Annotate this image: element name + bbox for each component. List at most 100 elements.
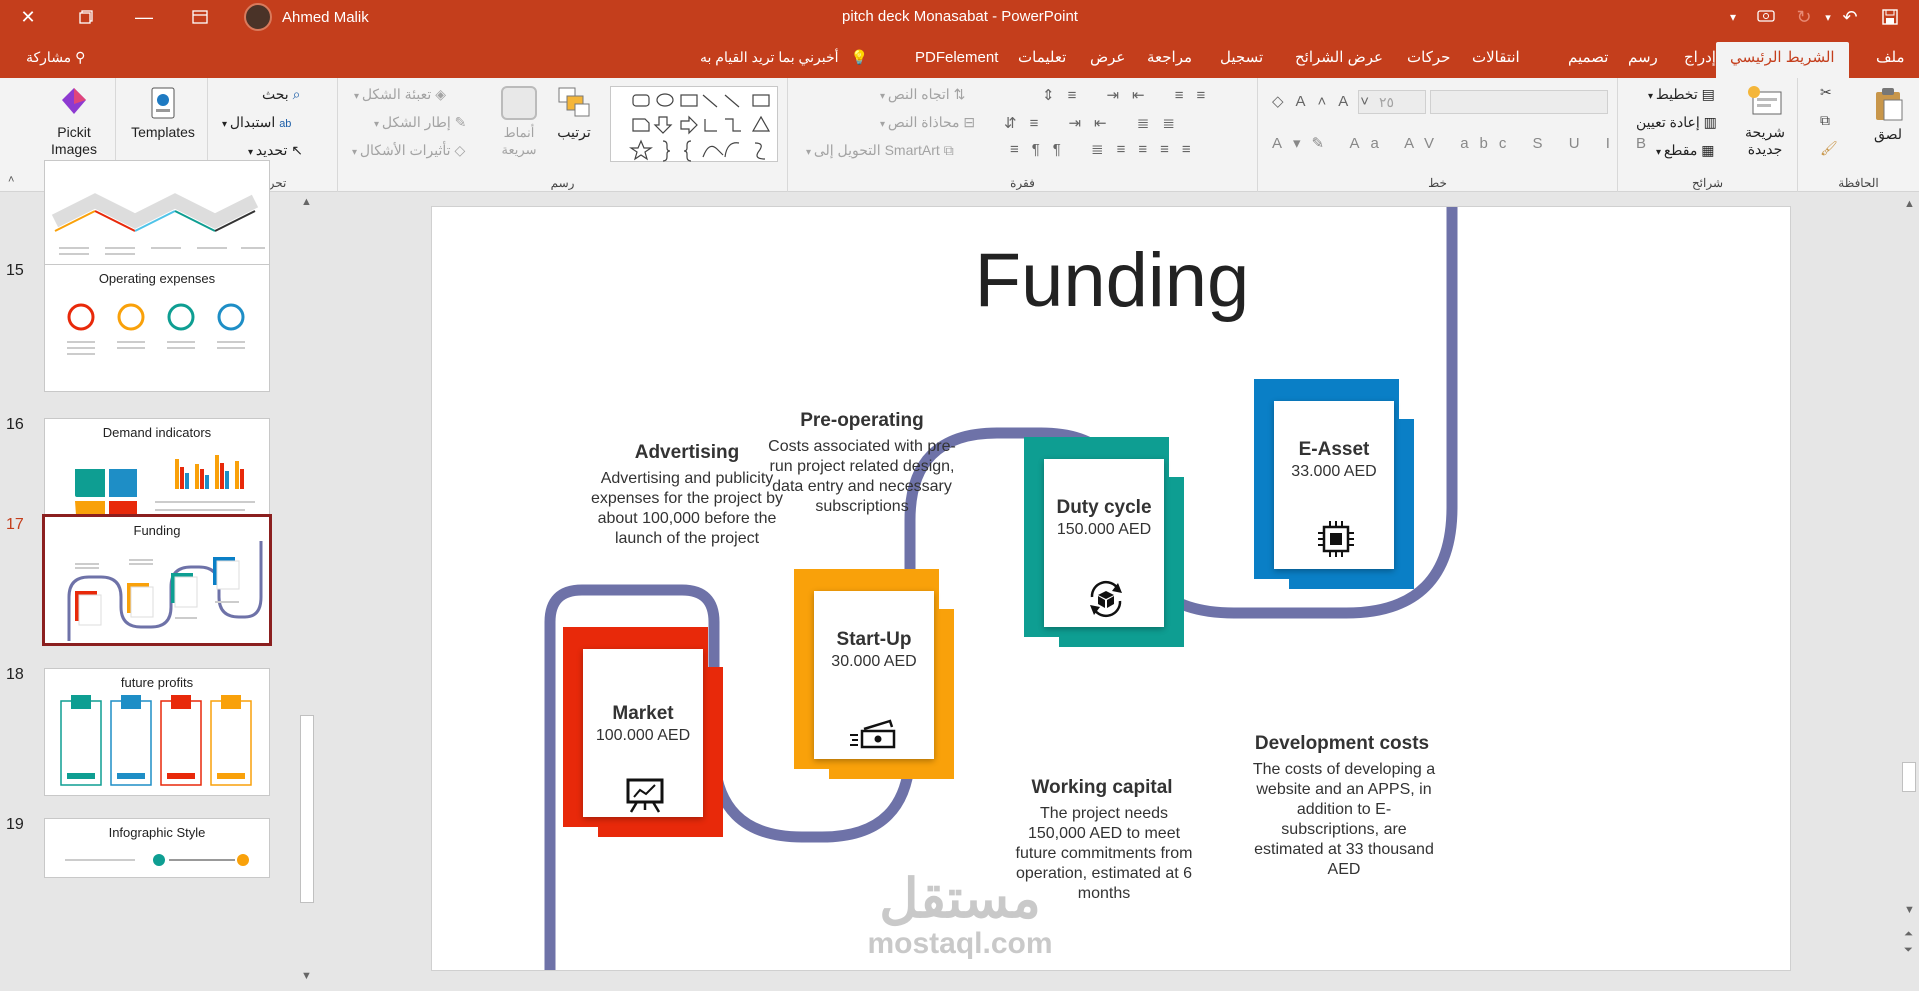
find-button[interactable]: بحث ⌕ (262, 86, 300, 103)
font-group: ٢٥ ◇A˄A˅ A▾✎ Aa AV abc S U I B خط (1257, 78, 1646, 192)
tab-view[interactable]: عرض (1080, 42, 1135, 78)
new-slide-icon (1748, 86, 1782, 115)
quick-styles-button[interactable]: أنماط سريعة (494, 86, 544, 158)
tab-pdfelement[interactable]: PDFelement (905, 42, 1008, 78)
restore-icon[interactable] (66, 0, 106, 34)
select-button[interactable]: ▾ تحديد ↖ (248, 142, 303, 159)
paint-bucket-icon: ◈ (435, 86, 446, 102)
text-direction-icon: ⇅ (953, 86, 966, 102)
replace-button[interactable]: ▾ استبدال ab (222, 114, 291, 131)
tab-slideshow[interactable]: عرض الشرائح (1285, 42, 1393, 78)
text-direction-label: اتجاه النص (887, 86, 950, 102)
undo-icon[interactable]: ↶ (1830, 0, 1870, 34)
align-text-button[interactable]: ▾ محاذاة النص ⊟ (880, 114, 975, 131)
font-size-icons[interactable]: ◇A˄A˅ (1272, 92, 1381, 110)
section-button[interactable]: ▾ مقطع ▦ (1656, 142, 1714, 159)
tab-home[interactable]: الشريط الرئيسي (1716, 42, 1849, 78)
drawing-group: ▾ تعبئة الشكل ◈ ▾ إطار الشكل ✎ ▾ تأثيرات… (337, 78, 787, 192)
section-icon: ▦ (1701, 142, 1715, 158)
font-name-box[interactable] (1430, 90, 1608, 114)
thumbnail-graphic (65, 854, 249, 866)
touch-mode-icon[interactable] (1746, 0, 1786, 34)
slide-thumbnail-15[interactable]: Operating expenses (44, 264, 270, 392)
slide-thumbnail-17[interactable]: Funding (42, 514, 272, 646)
collapse-ribbon-icon[interactable]: ˄ (8, 174, 14, 186)
user-account[interactable]: Ahmed Malik (244, 3, 369, 31)
ribbon-tabs: مشاركة ⚲ أخبرني بما تريد القيام به 💡 PDF… (0, 34, 1919, 78)
paste-label: لصق (1873, 126, 1903, 142)
smartart-button[interactable]: ▾ التحويل إلى SmartArt ⧉ (806, 142, 954, 159)
arrange-button[interactable]: ترتيب (551, 86, 597, 141)
share-label: مشاركة (26, 49, 72, 65)
previous-slide-icon[interactable]: ⏶ (1904, 928, 1913, 941)
shapes-gallery-icons (629, 93, 771, 162)
development-text: The costs of developing a website and an… (1252, 761, 1436, 878)
slide-scrollbar[interactable]: ▲ ▼ ⏶ ⏷ (1900, 192, 1919, 991)
shape-outline-button[interactable]: ▾ إطار الشكل ✎ (374, 114, 466, 131)
copy-icon[interactable]: ⧉ (1820, 112, 1830, 129)
development-heading: Development costs (1254, 733, 1430, 754)
save-icon[interactable] (1870, 0, 1910, 34)
format-painter-icon[interactable]: 🖌 (1820, 140, 1838, 157)
slide-number-16: 16 (6, 416, 24, 433)
slide-scroll-thumb[interactable] (1902, 762, 1916, 792)
scroll-up-icon[interactable]: ▲ (1904, 198, 1915, 210)
cursor-icon: ↖ (291, 142, 303, 158)
start-up-card[interactable]: Start-Up 30.000 AED (794, 569, 954, 779)
e-asset-card[interactable]: E-Asset 33.000 AED (1254, 379, 1414, 589)
slide-title: Funding (974, 238, 1250, 323)
arrange-icon (558, 87, 590, 117)
next-slide-icon[interactable]: ⏷ (1904, 944, 1913, 957)
advertising-text: Advertising and publicity expenses for t… (590, 470, 784, 547)
clipboard-group-label: الحافظة (1838, 176, 1879, 190)
slides-group-label: شرائح (1691, 176, 1724, 190)
layout-button[interactable]: ▾ تخطيط ▤ (1648, 86, 1715, 103)
market-card[interactable]: Market 100.000 AED (563, 627, 723, 837)
drawing-group-label: رسم (550, 176, 575, 190)
slide-thumbnail-19[interactable]: Infographic Style (44, 818, 270, 878)
paragraph-icons-row-2[interactable]: ⇵≡ ⇥⇤ ≣≣ (1004, 114, 1188, 132)
paste-button[interactable]: لصق (1862, 86, 1914, 143)
slide-thumbnail-18[interactable]: future profits (44, 668, 270, 796)
cut-icon[interactable]: ✂ (1820, 84, 1832, 101)
effects-icon: ◇ (454, 142, 466, 158)
text-direction-button[interactable]: ▾ اتجاه النص ⇅ (880, 86, 965, 103)
paragraph-icons-row-1[interactable]: ⇕≡ ⇥⇤ ≡≡ (1042, 86, 1218, 104)
tab-draw[interactable]: رسم (1618, 42, 1668, 78)
ribbon-display-icon[interactable] (180, 0, 220, 34)
scroll-down-icon[interactable]: ▼ (301, 970, 312, 982)
tab-record[interactable]: تسجيل (1210, 42, 1273, 78)
share-button[interactable]: مشاركة ⚲ (26, 42, 85, 72)
duty-cycle-card[interactable]: Duty cycle 150.000 AED (1024, 437, 1184, 647)
tab-file[interactable]: ملف (1866, 42, 1915, 78)
tell-me-box[interactable]: أخبرني بما تريد القيام به 💡 (700, 42, 868, 72)
tab-animations[interactable]: حركات (1397, 42, 1460, 78)
paragraph-group-label: فقرة (1010, 176, 1035, 190)
scroll-up-icon[interactable]: ▲ (301, 196, 312, 208)
quick-styles-label: أنماط سريعة (501, 125, 537, 157)
tab-transitions[interactable]: انتقالات (1462, 42, 1530, 78)
align-text-icon: ⊟ (963, 114, 976, 130)
replace-icon: ab (279, 118, 292, 130)
font-format-icons[interactable]: A▾✎ Aa AV abc S U I B (1272, 134, 1657, 152)
shapes-gallery[interactable] (610, 86, 778, 162)
templates-label: Templates (131, 124, 195, 140)
tab-design[interactable]: تصميم (1558, 42, 1618, 78)
close-icon[interactable]: ✕ (8, 0, 48, 34)
reset-button[interactable]: إعادة تعيين ▥ (1636, 114, 1717, 131)
new-slide-button[interactable]: شريحة جديدة (1736, 84, 1794, 158)
shape-fill-button[interactable]: ▾ تعبئة الشكل ◈ (354, 86, 446, 103)
minimize-icon[interactable]: — (124, 0, 164, 34)
pickit-images-button[interactable]: Pickit Images (40, 86, 108, 158)
paragraph-icons-row-3[interactable]: ≡¶¶ ≣≡≡≡≡ (1010, 140, 1204, 158)
tab-help[interactable]: تعليمات (1008, 42, 1076, 78)
shape-effects-button[interactable]: ▾ تأثيرات الأشكال ◇ (352, 142, 465, 159)
templates-button[interactable]: Templates (122, 86, 204, 141)
slide-number-15: 15 (6, 262, 24, 279)
scroll-down-icon[interactable]: ▼ (1904, 904, 1915, 916)
chip-icon (1318, 521, 1354, 557)
slide-number-17: 17 (6, 516, 24, 533)
tab-review[interactable]: مراجعة (1137, 42, 1202, 78)
thumbnail-scroll-thumb[interactable] (300, 715, 314, 903)
slide-canvas[interactable]: Funding Advertising Advertising and publ… (431, 206, 1791, 971)
